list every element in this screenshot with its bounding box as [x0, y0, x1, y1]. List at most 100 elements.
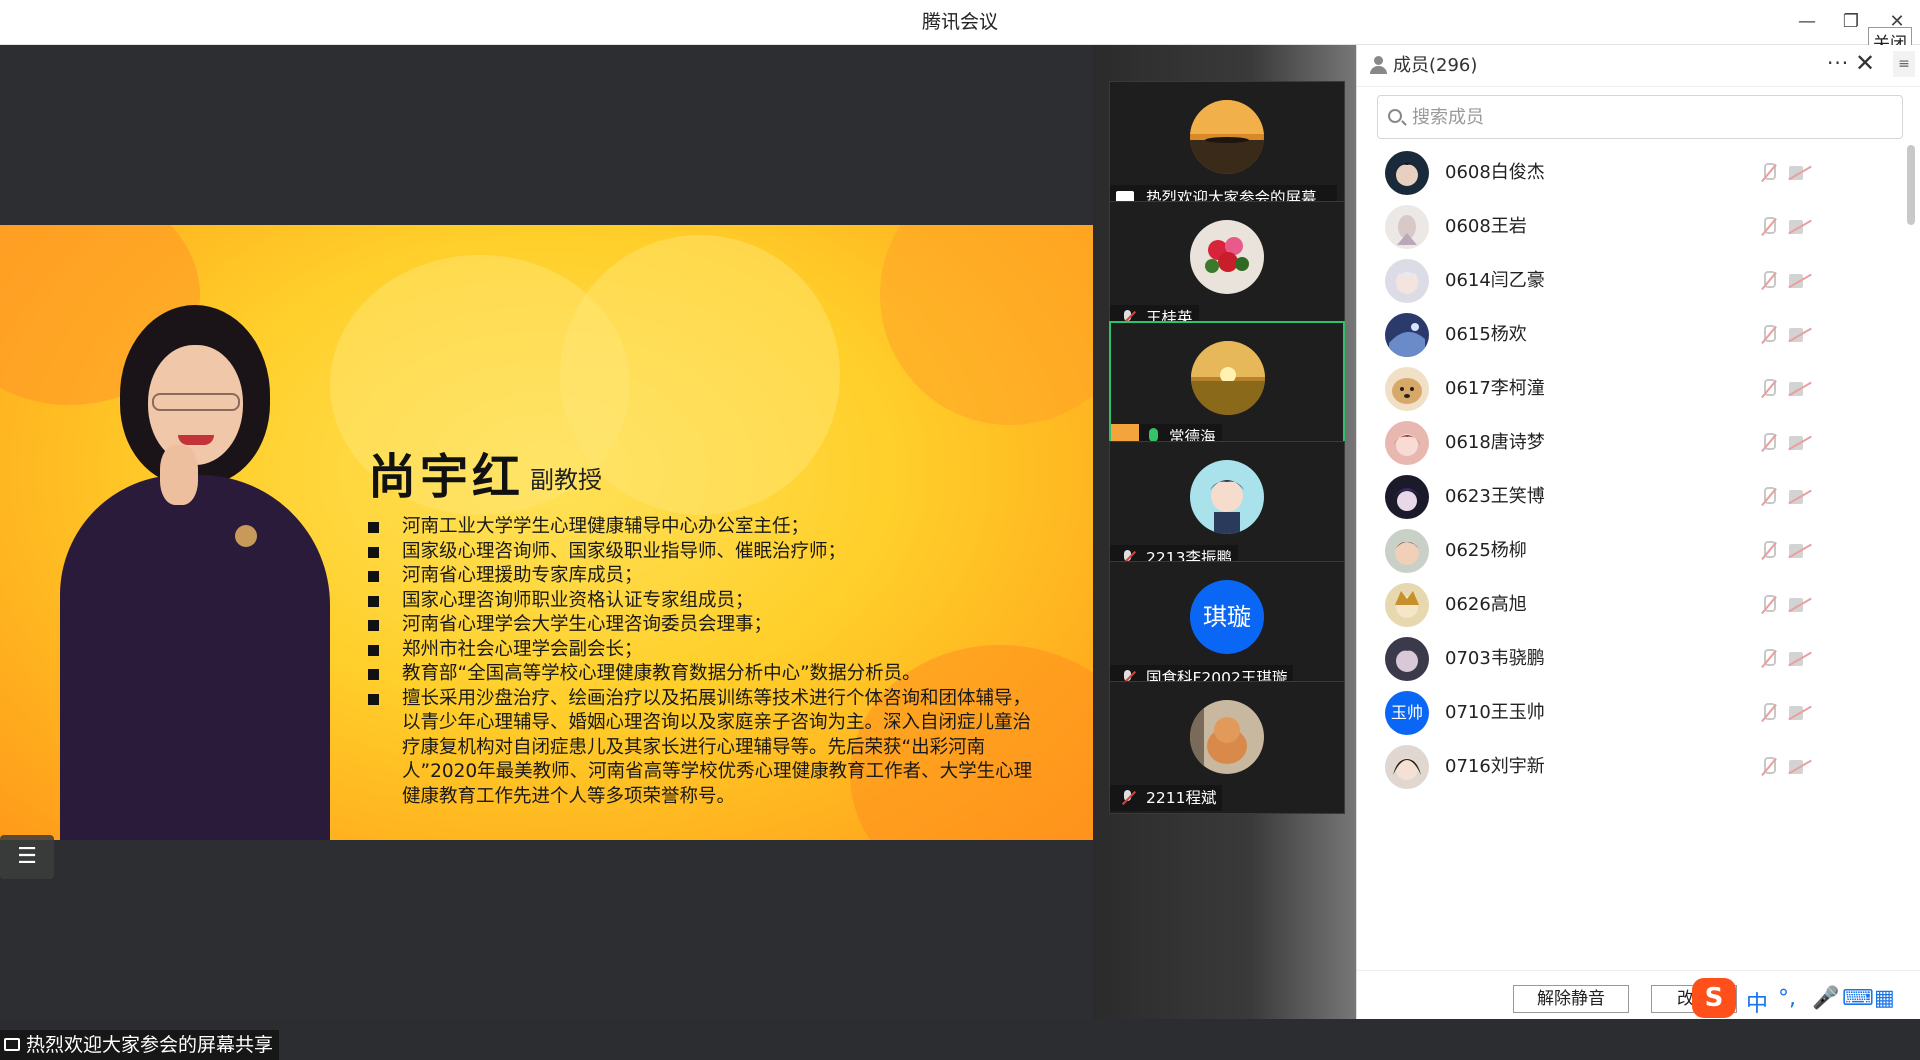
member-name: 0615杨欢: [1445, 324, 1527, 345]
mic-off-icon[interactable]: [1759, 271, 1777, 291]
speaker-name: 尚宇红: [368, 449, 525, 505]
member-row[interactable]: 0626高旭: [1357, 577, 1907, 631]
scrollbar-thumb[interactable]: [1907, 145, 1915, 225]
minimize-button[interactable]: —: [1790, 8, 1824, 36]
member-search-input[interactable]: [1412, 104, 1892, 130]
camera-off-icon[interactable]: [1789, 490, 1811, 504]
member-row[interactable]: 0623王笑博: [1357, 469, 1907, 523]
ime-punctuation-toggle[interactable]: °,: [1778, 986, 1796, 1011]
bio-list: 河南工业大学学生心理健康辅导中心办公室主任； 国家级心理咨询师、国家级职业指导师…: [368, 515, 1048, 809]
member-name: 0710王玉帅: [1445, 702, 1545, 723]
mic-off-icon[interactable]: [1759, 325, 1777, 345]
mic-off-icon[interactable]: [1759, 595, 1777, 615]
member-name: 0617李柯潼: [1445, 378, 1545, 399]
screen-share-icon: [4, 1038, 20, 1051]
ime-mode-toggle[interactable]: 中: [1746, 986, 1768, 1018]
mic-off-icon[interactable]: [1759, 541, 1777, 561]
video-tile[interactable]: 2211程斌: [1109, 681, 1345, 814]
video-tile[interactable]: 琪璇 国食科F2002王琪璇: [1109, 561, 1345, 694]
tile-label: 2211程斌: [1110, 785, 1223, 811]
member-name: 0614闫乙豪: [1445, 270, 1545, 291]
member-name: 0625杨柳: [1445, 540, 1527, 561]
mic-off-icon[interactable]: [1759, 379, 1777, 399]
unmute-all-button[interactable]: 解除静音: [1513, 985, 1629, 1013]
avatar: [1385, 151, 1429, 195]
mic-off-icon[interactable]: [1759, 433, 1777, 453]
member-row[interactable]: 0614闫乙豪: [1357, 253, 1907, 307]
camera-off-icon[interactable]: [1789, 760, 1811, 774]
close-panel-icon[interactable]: ✕: [1855, 49, 1875, 77]
member-row[interactable]: 0625杨柳: [1357, 523, 1907, 577]
avatar: [1385, 583, 1429, 627]
member-row[interactable]: 0703韦骁鹏: [1357, 631, 1907, 685]
more-options-icon[interactable]: ···: [1827, 51, 1849, 75]
bio-item: 郑州市社会心理学会副会长；: [368, 638, 1048, 663]
camera-off-icon[interactable]: [1789, 382, 1811, 396]
member-row[interactable]: 0618唐诗梦: [1357, 415, 1907, 469]
member-row[interactable]: 玉帅 0710王玉帅: [1357, 685, 1907, 739]
apps-grid-icon[interactable]: ▦: [1874, 986, 1895, 1011]
bio-item: 国家心理咨询师职业资格认证专家组成员；: [368, 589, 1048, 614]
member-row[interactable]: 0608王岩: [1357, 199, 1907, 253]
member-name: 0623王笑博: [1445, 486, 1545, 507]
member-search-box[interactable]: [1377, 95, 1903, 139]
member-name: 0716刘宇新: [1445, 756, 1545, 777]
keyboard-icon[interactable]: ⌨: [1842, 986, 1874, 1011]
panel-menu-icon[interactable]: ≡: [1893, 51, 1915, 77]
video-tile[interactable]: 热烈欢迎大家参会的屏幕...: [1109, 81, 1345, 214]
bio-item: 擅长采用沙盘治疗、绘画治疗以及拓展训练等技术进行个体咨询和团体辅导，以青少年心理…: [368, 687, 1048, 810]
mic-off-icon[interactable]: [1759, 163, 1777, 183]
avatar: [1190, 700, 1264, 774]
list-menu-button[interactable]: ☰: [0, 835, 54, 879]
avatar: [1191, 341, 1265, 415]
camera-off-icon[interactable]: [1789, 436, 1811, 450]
avatar: [1385, 259, 1429, 303]
members-panel-header: 成员(296) ··· ✕ ≡: [1357, 45, 1920, 87]
mic-off-icon[interactable]: [1759, 757, 1777, 777]
video-tile[interactable]: 2213李振鹏: [1109, 441, 1345, 574]
mic-off-icon[interactable]: [1759, 487, 1777, 507]
avatar: 玉帅: [1385, 691, 1429, 735]
camera-off-icon[interactable]: [1789, 706, 1811, 720]
ime-toolbar: S 中 °, 🎤 ⌨ ▦: [1692, 978, 1920, 1019]
member-name: 0608白俊杰: [1445, 162, 1545, 183]
video-tile[interactable]: 常德海: [1109, 321, 1345, 454]
video-tile[interactable]: 王桂英: [1109, 201, 1345, 334]
restore-button[interactable]: ❐: [1834, 8, 1868, 36]
speaker-rank: 副教授: [530, 466, 602, 494]
camera-off-icon[interactable]: [1789, 544, 1811, 558]
presentation-slide: 尚宇红 副教授 河南工业大学学生心理健康辅导中心办公室主任； 国家级心理咨询师、…: [0, 225, 1093, 840]
avatar: [1190, 100, 1264, 174]
avatar: [1385, 313, 1429, 357]
mic-off-icon[interactable]: [1759, 649, 1777, 669]
camera-off-icon[interactable]: [1789, 274, 1811, 288]
sogou-logo-icon[interactable]: S: [1692, 978, 1736, 1018]
member-row[interactable]: 0615杨欢: [1357, 307, 1907, 361]
shared-screen-area: 尚宇红 副教授 河南工业大学学生心理健康辅导中心办公室主任； 国家级心理咨询师、…: [0, 45, 1093, 1060]
mic-off-icon[interactable]: [1759, 703, 1777, 723]
title-bar: 腾讯会议 — ❐ ✕: [0, 0, 1920, 45]
member-list-scrollbar[interactable]: [1907, 145, 1915, 970]
member-row[interactable]: 0608白俊杰: [1357, 145, 1907, 199]
member-name: 0608王岩: [1445, 216, 1527, 237]
mic-off-icon[interactable]: [1759, 217, 1777, 237]
member-row[interactable]: 0716刘宇新: [1357, 739, 1907, 793]
camera-off-icon[interactable]: [1789, 598, 1811, 612]
member-name: 0626高旭: [1445, 594, 1527, 615]
avatar: [1385, 745, 1429, 789]
avatar: [1385, 367, 1429, 411]
member-list: 0608白俊杰 0608王岩 0614闫乙豪 0615杨欢 0617李柯潼 06…: [1357, 145, 1907, 970]
microphone-icon[interactable]: 🎤: [1812, 986, 1839, 1011]
camera-off-icon[interactable]: [1789, 220, 1811, 234]
camera-off-icon[interactable]: [1789, 328, 1811, 342]
avatar: [1385, 421, 1429, 465]
camera-off-icon[interactable]: [1789, 652, 1811, 666]
mic-off-icon: [1120, 790, 1136, 806]
bio-item: 国家级心理咨询师、国家级职业指导师、催眠治疗师；: [368, 540, 1048, 565]
camera-off-icon[interactable]: [1789, 166, 1811, 180]
members-icon: [1369, 56, 1387, 74]
avatar: [1385, 205, 1429, 249]
member-name: 0703韦骁鹏: [1445, 648, 1545, 669]
mic-on-icon: [1149, 428, 1158, 442]
member-row[interactable]: 0617李柯潼: [1357, 361, 1907, 415]
